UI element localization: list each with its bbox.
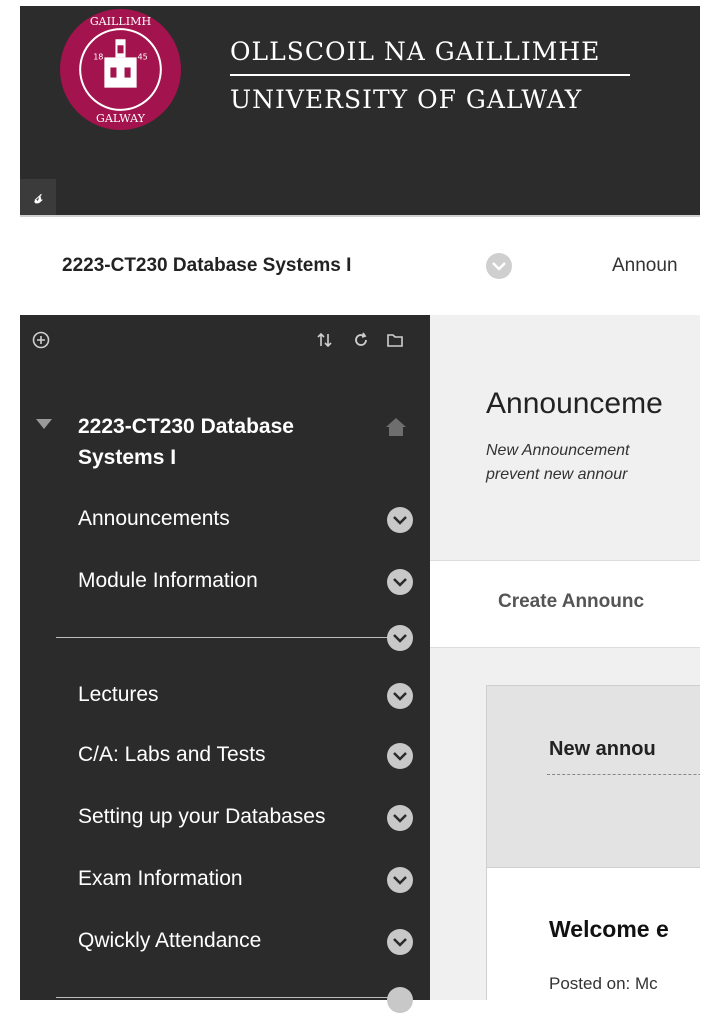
collapse-caret-icon[interactable] bbox=[36, 419, 52, 429]
chevron-down-icon bbox=[393, 752, 407, 761]
announcement-title-underline bbox=[547, 774, 700, 775]
page-description-line: prevent new annour bbox=[486, 466, 628, 483]
sidebar-item-module-information-menu[interactable] bbox=[387, 569, 413, 595]
seal-text-bottom: GALWAY bbox=[96, 112, 146, 125]
sidebar-divider-menu[interactable] bbox=[387, 987, 413, 1013]
wordmark-divider bbox=[230, 74, 630, 76]
chevron-down-icon bbox=[393, 578, 407, 587]
course-menu: 2223-CT230 Database Systems I Announceme… bbox=[20, 315, 430, 1013]
announcement-card: Welcome e Posted on: Mc bbox=[486, 867, 700, 1000]
add-menu-item-button[interactable] bbox=[30, 331, 52, 353]
sidebar-course-title[interactable]: 2223-CT230 Database Systems I bbox=[78, 411, 368, 473]
action-bar: Create Announc bbox=[430, 560, 700, 648]
seal-year-right: 45 bbox=[138, 52, 148, 61]
chevron-down-icon bbox=[393, 634, 407, 643]
chevron-down-icon bbox=[393, 516, 407, 525]
reorder-button[interactable] bbox=[314, 331, 336, 353]
left-gutter bbox=[0, 0, 20, 1000]
announcement-card: New annou bbox=[486, 685, 700, 869]
sidebar-item-announcements[interactable]: Announcements bbox=[78, 505, 408, 533]
irish-name: OLLSCOIL NA GAILLIMHE bbox=[230, 37, 601, 66]
refresh-button[interactable] bbox=[350, 331, 372, 353]
page-description: New Announcement prevent new annour bbox=[486, 439, 700, 487]
sidebar-item-lectures[interactable]: Lectures bbox=[78, 681, 408, 709]
sidebar-item-lectures-menu[interactable] bbox=[387, 683, 413, 709]
breadcrumb-course-title[interactable]: 2223-CT230 Database Systems I bbox=[62, 255, 351, 277]
site-header: GAILLIMH GALWAY 18 45 OLLSCOIL NA GAILLI… bbox=[20, 6, 700, 215]
breadcrumb: 2223-CT230 Database Systems I Announ bbox=[20, 215, 700, 317]
right-gutter bbox=[700, 0, 712, 1000]
sidebar-divider-menu[interactable] bbox=[387, 625, 413, 651]
quick-links-button[interactable]: 𝓈 bbox=[20, 179, 56, 215]
seal-text-top: GAILLIMH bbox=[90, 15, 152, 28]
chevron-down-icon bbox=[393, 814, 407, 823]
page-description-line: New Announcement bbox=[486, 442, 630, 459]
chevron-down-icon bbox=[492, 262, 506, 271]
announcement-posted-date: Posted on: Mc bbox=[549, 974, 658, 993]
seal-year-left: 18 bbox=[93, 52, 103, 61]
plus-circle-icon bbox=[32, 331, 50, 349]
sidebar-item-labs-and-tests[interactable]: C/A: Labs and Tests bbox=[78, 741, 408, 769]
link-icon: 𝓈 bbox=[34, 186, 42, 208]
breadcrumb-menu-button[interactable] bbox=[486, 253, 512, 279]
sidebar-item-labs-and-tests-menu[interactable] bbox=[387, 743, 413, 769]
sidebar-item-qwickly-attendance[interactable]: Qwickly Attendance bbox=[78, 927, 408, 955]
home-icon[interactable] bbox=[384, 415, 408, 439]
sidebar-item-setting-up-databases-menu[interactable] bbox=[387, 805, 413, 831]
folder-view-button[interactable] bbox=[384, 331, 406, 353]
sidebar-item-setting-up-databases[interactable]: Setting up your Databases bbox=[78, 803, 408, 831]
announcement-title[interactable]: Welcome e bbox=[549, 916, 669, 943]
sidebar-item-announcements-menu[interactable] bbox=[387, 507, 413, 533]
folder-icon bbox=[387, 334, 403, 347]
chevron-down-icon bbox=[393, 692, 407, 701]
refresh-icon bbox=[355, 332, 367, 346]
sidebar-item-exam-information[interactable]: Exam Information bbox=[78, 865, 408, 893]
sidebar-item-qwickly-attendance-menu[interactable] bbox=[387, 929, 413, 955]
create-announcement-button[interactable]: Create Announc bbox=[498, 591, 644, 613]
sort-arrows-icon bbox=[317, 332, 332, 348]
chevron-down-icon bbox=[393, 876, 407, 885]
university-seal-icon: GAILLIMH GALWAY 18 45 bbox=[60, 9, 181, 130]
course-menu-toolbar bbox=[20, 315, 430, 365]
english-name: UNIVERSITY OF GALWAY bbox=[230, 85, 583, 114]
sidebar-divider bbox=[56, 637, 396, 638]
page-title: Announceme bbox=[486, 387, 663, 420]
announcement-title[interactable]: New annou bbox=[549, 738, 656, 761]
breadcrumb-announcements[interactable]: Announ bbox=[612, 255, 678, 277]
sidebar-item-exam-information-menu[interactable] bbox=[387, 867, 413, 893]
main-content: Announceme New Announcement prevent new … bbox=[430, 315, 700, 1000]
sidebar-item-module-information[interactable]: Module Information bbox=[78, 567, 408, 595]
university-wordmark[interactable]: OLLSCOIL NA GAILLIMHE UNIVERSITY OF GALW… bbox=[230, 36, 630, 116]
sidebar-divider bbox=[56, 997, 396, 998]
chevron-down-icon bbox=[393, 938, 407, 947]
